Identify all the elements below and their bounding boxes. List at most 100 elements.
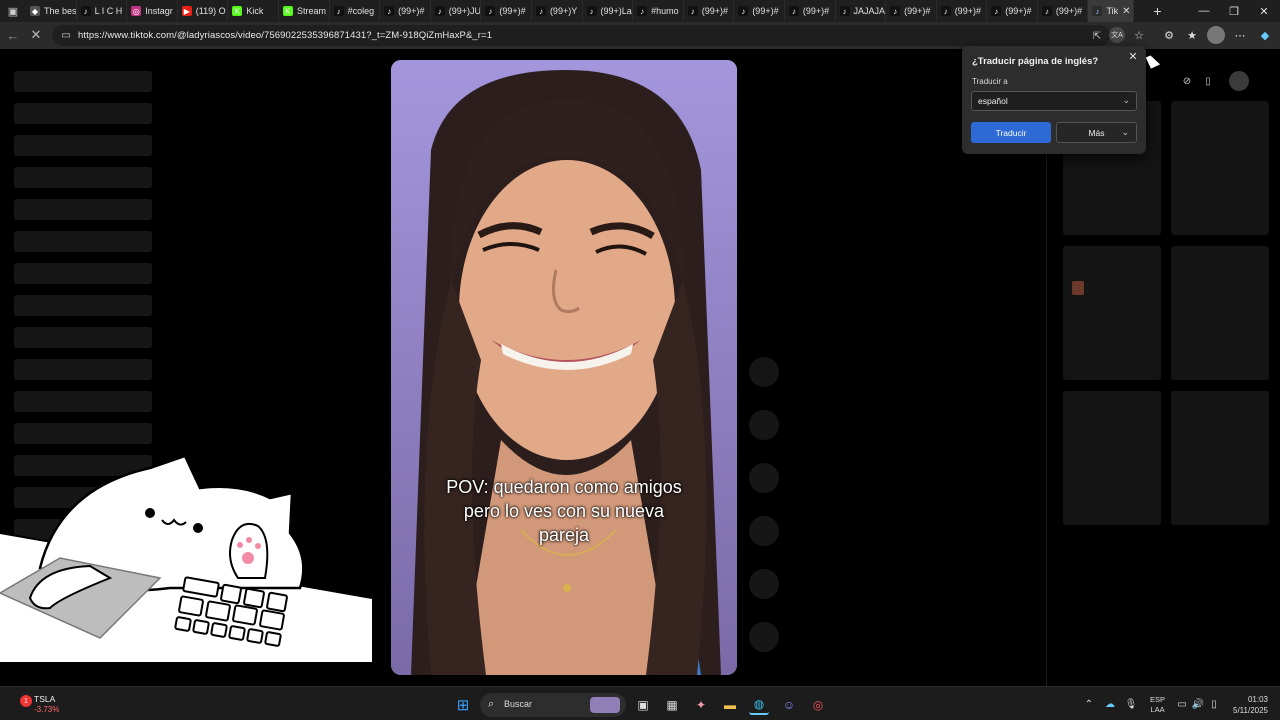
tab[interactable]: ♪ JAJAJA: [836, 0, 887, 22]
tab-actions-icon[interactable]: ▣: [0, 0, 26, 22]
tab[interactable]: ♪ (99+)#: [684, 0, 735, 22]
video-thumbnail[interactable]: [1063, 246, 1161, 380]
tab[interactable]: ◆ The bes: [26, 0, 77, 22]
extensions-icon[interactable]: ⚙: [1160, 26, 1178, 44]
language-select[interactable]: español ⌄: [971, 91, 1137, 111]
onedrive-icon[interactable]: ☁: [1103, 697, 1117, 711]
volume-icon[interactable]: 🔊: [1191, 697, 1205, 711]
restore-icon[interactable]: ❐: [1218, 0, 1250, 22]
tab-label: Instagr: [145, 6, 173, 16]
microphone-icon[interactable]: 🎙: [1124, 697, 1138, 711]
tab[interactable]: K Kick: [228, 0, 279, 22]
stop-loading-icon[interactable]: ✕: [26, 25, 46, 45]
battery-icon[interactable]: ▯: [1207, 697, 1221, 711]
tab-label: (99+)#: [802, 6, 830, 16]
tab[interactable]: ♪ (99+)#: [937, 0, 988, 22]
tab[interactable]: ♪ (99+)#: [886, 0, 937, 22]
close-tab-icon[interactable]: ✕: [1122, 6, 1130, 17]
tab-active[interactable]: ♪ Tik ✕: [1088, 0, 1135, 22]
tab-label: #coleg: [347, 6, 375, 16]
date: 5/11/2025: [1233, 706, 1268, 715]
tiktok-icon: ♪: [839, 6, 850, 16]
tab[interactable]: ♪ (99+)JU: [431, 0, 482, 22]
minimize-icon[interactable]: —: [1188, 0, 1220, 22]
tab[interactable]: ♪ (99+)#: [481, 0, 532, 22]
url-text[interactable]: https://www.tiktok.com/@ladyriascos/vide…: [78, 30, 492, 41]
time: 01:03: [1247, 695, 1268, 704]
chevron-down-icon: ⌄: [1122, 95, 1130, 105]
profile-avatar[interactable]: [1207, 26, 1225, 44]
like-button[interactable]: [749, 357, 779, 387]
open-app-icon[interactable]: ⇱: [1090, 29, 1104, 43]
tab[interactable]: ♪ (99+)#: [785, 0, 836, 22]
taskbar-search[interactable]: ⌕ Buscar: [480, 693, 626, 717]
avatar[interactable]: [1229, 71, 1249, 91]
tab[interactable]: ♪ (99+)La: [583, 0, 634, 22]
compass-icon[interactable]: ⊘: [1179, 73, 1195, 89]
tab[interactable]: ◎ Instagr: [127, 0, 178, 22]
share-button[interactable]: [749, 516, 779, 546]
tab[interactable]: ♪ #humo: [633, 0, 684, 22]
tab[interactable]: ♪ L I C H: [77, 0, 128, 22]
tab[interactable]: ♪ (99+)#: [380, 0, 431, 22]
tab[interactable]: ♪ (99+)Y: [532, 0, 583, 22]
file-explorer-icon[interactable]: ▬: [720, 695, 740, 715]
selected-language: español: [978, 96, 1008, 106]
tab-label: JAJAJA: [853, 6, 886, 16]
tab-label: (99+)La: [600, 6, 632, 16]
close-icon[interactable]: ✕: [1126, 49, 1140, 63]
taskbar: 1 TSLA -3.73% ⊞ ⌕ Buscar ▣ ▦ ✦ ▬ ◍ ☺ ◎ ⌃…: [0, 686, 1280, 720]
close-window-icon[interactable]: ✕: [1248, 0, 1280, 22]
more-options-button[interactable]: Más ⌄: [1056, 122, 1137, 143]
tiktok-icon: ♪: [788, 6, 799, 16]
address-bar[interactable]: ▭ https://www.tiktok.com/@ladyriascos/vi…: [52, 25, 1110, 46]
back-icon[interactable]: ←: [3, 25, 23, 45]
tab[interactable]: ▶ (119) O: [178, 0, 229, 22]
opera-icon[interactable]: ◎: [808, 695, 828, 715]
site-info-icon[interactable]: ▭: [60, 30, 72, 42]
tiktok-icon: ♪: [687, 6, 698, 16]
tiktok-icon: ♪: [333, 6, 344, 16]
discord-icon[interactable]: ☺: [779, 695, 799, 715]
tab[interactable]: ♪ (99+)#: [987, 0, 1038, 22]
language-indicator[interactable]: ESP LAA: [1150, 695, 1165, 715]
music-disc-button[interactable]: [749, 622, 779, 652]
translate-button[interactable]: Traducir: [971, 122, 1051, 143]
clock[interactable]: 01:03 5/11/2025: [1228, 694, 1268, 716]
tab[interactable]: K Stream: [279, 0, 330, 22]
sidebar-placeholder: [14, 263, 152, 284]
display-icon[interactable]: ▭: [1175, 697, 1189, 711]
more-options-icon[interactable]: ⋯: [1231, 26, 1249, 44]
caption-line: pareja: [538, 525, 590, 545]
address-toolbar: ← ✕ ▭ https://www.tiktok.com/@ladyriasco…: [0, 22, 1280, 49]
repost-button[interactable]: [749, 569, 779, 599]
tiktok-icon: ♪: [485, 6, 496, 16]
stock-change: -3.73%: [34, 705, 60, 714]
translate-icon[interactable]: 文A: [1109, 27, 1125, 43]
tab[interactable]: ♪ (99+)#: [734, 0, 785, 22]
favorites-icon[interactable]: ★: [1183, 26, 1201, 44]
device-icon[interactable]: ▯: [1200, 73, 1216, 89]
video-player[interactable]: POV: quedaron como amigos pero lo ves co…: [391, 60, 737, 675]
new-tab-button[interactable]: +: [1146, 0, 1168, 22]
copilot-icon[interactable]: ◆: [1256, 26, 1274, 44]
tab[interactable]: ♪ #coleg: [330, 0, 381, 22]
video-thumbnail[interactable]: [1171, 391, 1269, 525]
comment-button[interactable]: [749, 410, 779, 440]
sidebar-placeholder: [14, 231, 152, 252]
tab[interactable]: ♪ (99+)#: [1038, 0, 1089, 22]
task-view-icon[interactable]: ▣: [633, 695, 653, 715]
video-thumbnail[interactable]: [1063, 391, 1161, 525]
chevron-up-icon[interactable]: ⌃: [1082, 697, 1096, 711]
favorite-star-icon[interactable]: ☆: [1130, 26, 1148, 44]
tiktok-icon: ♪: [1092, 6, 1103, 16]
instagram-icon: ◎: [131, 6, 142, 16]
windows-start-icon[interactable]: ⊞: [453, 695, 473, 715]
copilot-app-icon[interactable]: ✦: [691, 695, 711, 715]
bookmark-button[interactable]: [749, 463, 779, 493]
tiktok-icon: ♪: [738, 6, 749, 16]
video-thumbnail[interactable]: [1171, 101, 1269, 235]
video-thumbnail[interactable]: [1171, 246, 1269, 380]
edge-icon[interactable]: ◍: [749, 695, 769, 715]
store-icon[interactable]: ▦: [662, 695, 682, 715]
